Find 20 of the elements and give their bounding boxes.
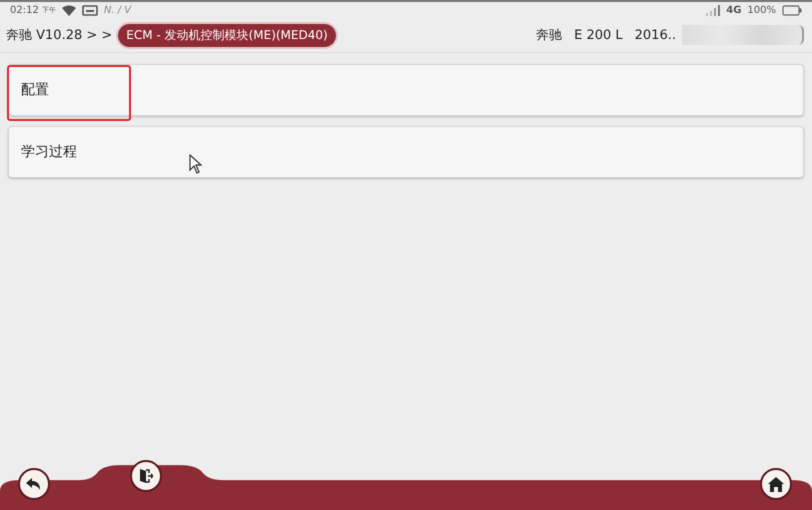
mouse-cursor-icon [189,154,203,174]
home-button[interactable] [760,468,792,500]
wifi-icon [62,4,76,16]
exit-door-icon [139,468,153,484]
battery-percent: 100% [747,4,776,16]
vehicle-year: 2016.. [634,28,676,42]
vehicle-model: E 200 L [574,28,623,42]
battery-icon [782,4,802,16]
back-button[interactable] [18,468,50,500]
status-time: 02:12 [10,4,39,16]
menu-item[interactable]: 学习过程 [8,126,804,178]
signal-icon [706,4,720,16]
keyboard-icon [82,4,98,16]
module-title: ECM - 发动机控制模块(ME)(MED40) [118,24,336,46]
breadcrumb-link[interactable]: 奔驰 V10.28 > > [6,26,112,44]
vehicle-make: 奔驰 [536,27,562,44]
back-arrow-icon [26,477,42,491]
home-icon [768,476,784,492]
carrier-text: N. / V [104,4,132,16]
network-type: 4G [726,4,742,16]
